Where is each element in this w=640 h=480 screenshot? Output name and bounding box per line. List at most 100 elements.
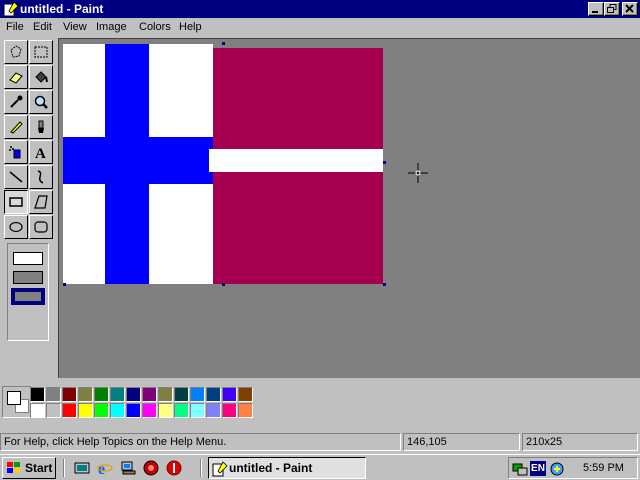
palette-swatch[interactable] bbox=[62, 403, 77, 418]
palette-swatch[interactable] bbox=[158, 403, 173, 418]
palette-swatch[interactable] bbox=[238, 387, 253, 402]
eyedropper-icon bbox=[10, 95, 23, 108]
crosshair-cursor-icon bbox=[408, 163, 428, 183]
maximize-button[interactable] bbox=[604, 2, 620, 16]
palette-swatch[interactable] bbox=[110, 403, 125, 418]
palette-swatch[interactable] bbox=[126, 387, 141, 402]
menu-file[interactable]: File bbox=[6, 21, 24, 33]
line-icon bbox=[9, 171, 23, 183]
rectangle-icon bbox=[9, 197, 23, 207]
palette-swatch[interactable] bbox=[110, 387, 125, 402]
title-bar: untitled - Paint bbox=[0, 0, 640, 18]
free-form-select-tool[interactable] bbox=[4, 40, 28, 64]
start-button[interactable]: Start bbox=[2, 457, 56, 479]
current-colors-indicator[interactable] bbox=[2, 386, 32, 418]
resize-handle-bottom-left[interactable] bbox=[63, 283, 66, 286]
internet-explorer-icon[interactable]: e bbox=[97, 460, 113, 476]
palette-swatch[interactable] bbox=[206, 387, 221, 402]
palette-swatch[interactable] bbox=[142, 387, 157, 402]
palette-swatch[interactable] bbox=[78, 387, 93, 402]
palette-swatch[interactable] bbox=[142, 403, 157, 418]
palette-swatch[interactable] bbox=[158, 387, 173, 402]
menu-edit[interactable]: Edit bbox=[33, 21, 52, 33]
select-tool[interactable] bbox=[29, 40, 53, 64]
brush-icon bbox=[38, 120, 44, 133]
taskbar-separator bbox=[63, 459, 65, 477]
palette-swatch[interactable] bbox=[78, 403, 93, 418]
airbrush-tool[interactable] bbox=[4, 140, 28, 164]
ellipse-icon bbox=[9, 221, 23, 233]
palette-swatch[interactable] bbox=[222, 403, 237, 418]
menu-bar: File Edit View Image Colors Help bbox=[0, 18, 640, 38]
paint-bucket-icon bbox=[35, 71, 48, 83]
status-cursor-coords: 146,105 bbox=[403, 433, 520, 451]
language-indicator[interactable]: EN bbox=[530, 461, 546, 476]
eraser-tool[interactable] bbox=[4, 65, 28, 89]
menu-colors[interactable]: Colors bbox=[139, 21, 171, 33]
palette-swatch[interactable] bbox=[190, 387, 205, 402]
rounded-rectangle-icon bbox=[34, 221, 48, 233]
resize-handle-top[interactable] bbox=[222, 42, 225, 45]
curve-tool[interactable] bbox=[29, 165, 53, 189]
volume-tray-icon[interactable] bbox=[549, 461, 565, 477]
palette-swatch[interactable] bbox=[94, 387, 109, 402]
palette-swatch[interactable] bbox=[46, 403, 61, 418]
pencil-tool[interactable] bbox=[4, 115, 28, 139]
curve-icon bbox=[37, 170, 44, 184]
palette-swatch[interactable] bbox=[30, 403, 45, 418]
paint-app-icon[interactable] bbox=[3, 1, 19, 17]
start-label: Start bbox=[25, 461, 53, 475]
taskbar-paint-label: untitled - Paint bbox=[229, 461, 313, 475]
pencil-icon bbox=[10, 121, 23, 134]
fill-tool[interactable] bbox=[29, 65, 53, 89]
resize-handle-corner[interactable] bbox=[383, 283, 386, 286]
brush-tool[interactable] bbox=[29, 115, 53, 139]
paint-task-icon bbox=[212, 461, 228, 477]
palette-swatch[interactable] bbox=[46, 387, 61, 402]
menu-help[interactable]: Help bbox=[179, 21, 202, 33]
taskbar-paint-window[interactable]: untitled - Paint bbox=[208, 457, 366, 479]
network-computer-icon[interactable] bbox=[120, 460, 136, 476]
text-tool[interactable]: A bbox=[29, 140, 53, 164]
palette-swatch[interactable] bbox=[174, 387, 189, 402]
rounded-rectangle-tool[interactable] bbox=[29, 215, 53, 239]
palette-swatch[interactable] bbox=[190, 403, 205, 418]
foreground-color-box[interactable] bbox=[7, 391, 21, 405]
close-icon bbox=[625, 4, 634, 13]
resize-handle-bottom[interactable] bbox=[222, 283, 225, 286]
palette-swatch[interactable] bbox=[126, 403, 141, 418]
media-player-icon[interactable] bbox=[143, 460, 159, 476]
pick-color-tool[interactable] bbox=[4, 90, 28, 114]
taskbar: Start e untitled - Paint EN 5:59 PM bbox=[0, 454, 640, 480]
resize-handle-right[interactable] bbox=[383, 161, 386, 164]
text-icon: A bbox=[35, 146, 46, 160]
palette-swatch[interactable] bbox=[30, 387, 45, 402]
finland-horizontal-cross-bar bbox=[63, 137, 213, 184]
magnifier-tool[interactable] bbox=[29, 90, 53, 114]
tool-options-panel bbox=[7, 243, 49, 341]
fill-style-filled[interactable] bbox=[11, 288, 45, 305]
menu-image[interactable]: Image bbox=[96, 21, 127, 33]
minimize-button[interactable] bbox=[588, 2, 604, 16]
status-selection-size: 210x25 bbox=[522, 433, 638, 451]
canvas-area[interactable] bbox=[58, 38, 640, 378]
fill-style-outline[interactable] bbox=[13, 252, 43, 265]
fill-style-outline-filled[interactable] bbox=[13, 271, 43, 284]
stop-icon[interactable] bbox=[166, 460, 182, 476]
restore-icon bbox=[607, 4, 617, 13]
minimize-icon bbox=[592, 11, 598, 13]
line-tool[interactable] bbox=[4, 165, 28, 189]
close-button[interactable] bbox=[622, 2, 638, 16]
network-tray-icon[interactable] bbox=[512, 461, 528, 477]
show-desktop-icon[interactable] bbox=[74, 460, 90, 476]
rectangle-tool[interactable] bbox=[4, 190, 28, 214]
palette-swatch[interactable] bbox=[62, 387, 77, 402]
menu-view[interactable]: View bbox=[63, 21, 87, 33]
palette-swatch[interactable] bbox=[174, 403, 189, 418]
palette-swatch[interactable] bbox=[206, 403, 221, 418]
ellipse-tool[interactable] bbox=[4, 215, 28, 239]
palette-swatch[interactable] bbox=[94, 403, 109, 418]
polygon-tool[interactable] bbox=[29, 190, 53, 214]
palette-swatch[interactable] bbox=[238, 403, 253, 418]
palette-swatch[interactable] bbox=[222, 387, 237, 402]
